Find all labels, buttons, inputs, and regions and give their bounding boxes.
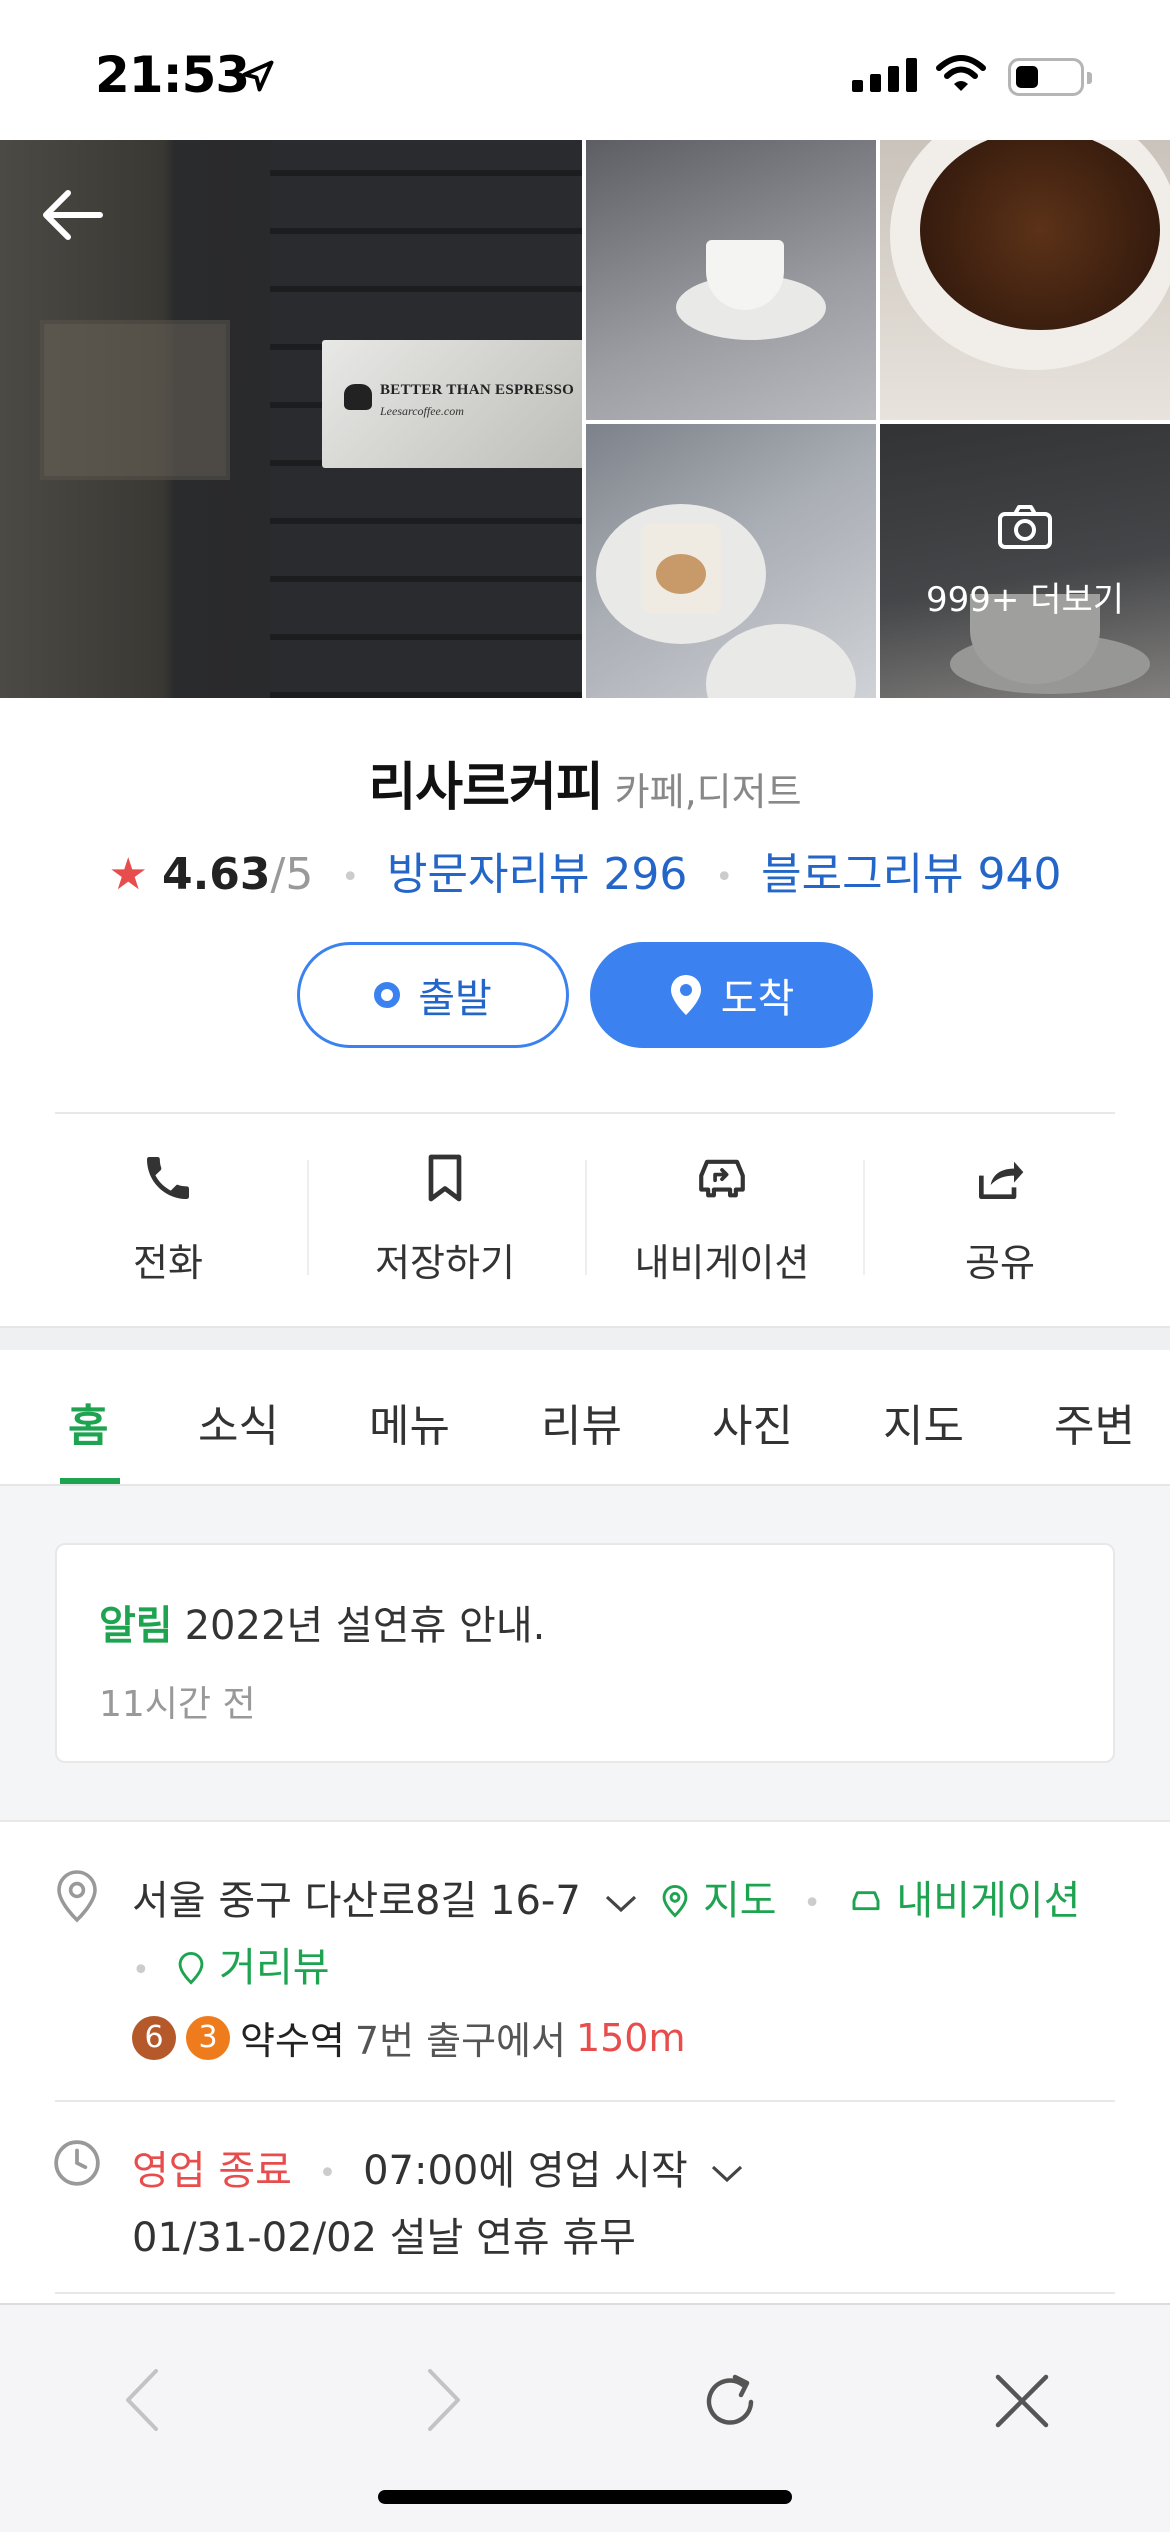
holiday-text: 01/31-02/02 설날 연휴 휴무 [132, 2215, 636, 2261]
rating-row: ★ 4.63/5 • 방문자리뷰 296 • 블로그리뷰 940 [108, 849, 1062, 900]
tab-photos[interactable]: 사진 [712, 1390, 793, 1454]
navigation-link[interactable]: 내비게이션 [848, 1878, 1081, 1924]
visitor-reviews-link[interactable]: 방문자리뷰 296 [387, 849, 687, 900]
address-text[interactable]: 서울 중구 다산로8길 16-7 [132, 1878, 581, 1924]
sign-subtext: Leesarcoffee.com [380, 404, 464, 418]
phone-icon [147, 1157, 189, 1199]
divider [585, 1160, 587, 1275]
rating-value: 4.63 [161, 849, 271, 900]
navigation-car-icon [699, 1159, 745, 1198]
car-icon [852, 1891, 880, 1911]
start-dot-icon [374, 982, 401, 1008]
divider [55, 1112, 1115, 1114]
address-row: 서울 중구 다산로8길 16-7 지도 • 내비게이션 [132, 1878, 1081, 1924]
rating-max: /5 [270, 849, 314, 900]
map-pin-icon [662, 1884, 688, 1918]
back-arrow-icon[interactable] [38, 185, 108, 249]
business-status: 영업 종료 [132, 2148, 292, 2194]
tab-bar: 홈 소식 메뉴 리뷰 사진 지도 주변 [0, 1350, 1170, 1486]
map-link-label: 지도 [702, 1878, 777, 1924]
arrive-button-label: 도착 [720, 976, 795, 1022]
active-tab-indicator [60, 1478, 120, 1484]
subway-line-3-badge: 3 [186, 2015, 230, 2060]
distance: 150m [575, 2015, 686, 2060]
notice-card[interactable]: 알림 2022년 설연휴 안내. 11시간 전 [55, 1543, 1115, 1763]
camera-icon [997, 504, 1053, 554]
photo-more-label: 999+ 더보기 [925, 580, 1125, 620]
photo-coffee-closeup[interactable] [880, 140, 1170, 420]
street-view-link[interactable]: 거리뷰 [176, 1945, 330, 1991]
status-time: 21:53 [95, 46, 250, 104]
sign-text: BETTER THAN ESPRESSO [380, 382, 575, 398]
exit-text: 7번 출구에서 [354, 2019, 566, 2063]
share-icon [979, 1161, 1024, 1199]
chevron-down-icon[interactable] [710, 2148, 744, 2194]
tab-map[interactable]: 지도 [883, 1390, 964, 1454]
station-name: 약수역 [240, 2019, 345, 2063]
street-view-pin-icon [179, 1951, 204, 1985]
photo-espresso-glasses[interactable] [586, 424, 876, 698]
divider [55, 2292, 1115, 2294]
browser-forward-icon[interactable] [418, 2365, 468, 2439]
arrive-button[interactable]: 도착 [590, 942, 873, 1048]
wifi-icon [935, 54, 987, 98]
tab-nearby[interactable]: 주변 [1054, 1390, 1135, 1454]
place-name: 리사르커피 [368, 758, 603, 818]
divider [55, 2100, 1115, 2102]
location-pin-outline-icon [52, 1868, 102, 1928]
tab-home[interactable]: 홈 [68, 1390, 108, 1454]
share-label: 공유 [965, 1241, 1035, 1285]
reload-icon[interactable] [695, 2367, 765, 2441]
notice-title: 2022년 설연휴 안내. [184, 1603, 546, 1649]
save-label: 저장하기 [375, 1241, 515, 1285]
navigation-link-label: 내비게이션 [896, 1878, 1081, 1924]
location-pin-icon [670, 975, 701, 1015]
close-icon[interactable] [990, 2369, 1054, 2437]
browser-back-icon[interactable] [118, 2365, 168, 2439]
call-label: 전화 [133, 1241, 203, 1285]
navigation-action[interactable]: 내비게이션 [612, 1150, 832, 1287]
place-title: 리사르커피 카페,디저트 [0, 745, 1170, 820]
home-indicator [378, 2490, 792, 2504]
subway-row: 6 3 약수역 7번 출구에서 150m [132, 2010, 686, 2065]
map-link[interactable]: 지도 [660, 1878, 777, 1924]
save-action[interactable]: 저장하기 [335, 1150, 555, 1287]
chevron-down-icon[interactable] [604, 1878, 638, 1924]
start-button-label: 출발 [418, 976, 492, 1022]
tab-reviews[interactable]: 리뷰 [541, 1390, 622, 1454]
battery-icon [1008, 58, 1092, 96]
share-action[interactable]: 공유 [890, 1150, 1110, 1287]
notice-tag: 알림 [99, 1603, 173, 1649]
photo-espresso-cup[interactable] [586, 140, 876, 420]
navigation-label: 내비게이션 [634, 1241, 810, 1285]
bookmark-icon [428, 1154, 462, 1202]
street-view-label: 거리뷰 [219, 1945, 330, 1991]
clock-icon [52, 2138, 102, 2192]
notice-time: 11시간 전 [99, 1684, 256, 1725]
divider [0, 1820, 1170, 1822]
cellular-signal-icon [852, 58, 917, 92]
elephant-logo-icon [344, 384, 372, 410]
storefront-sign: BETTER THAN ESPRESSO Leesarcoffee.com [322, 340, 582, 468]
section-gap [0, 1326, 1170, 1350]
location-arrow-icon [240, 58, 276, 98]
place-category: 카페,디저트 [614, 770, 802, 814]
call-action[interactable]: 전화 [58, 1150, 278, 1287]
photo-more[interactable]: 999+ 더보기 [880, 424, 1170, 698]
subway-line-6-badge: 6 [132, 2015, 176, 2060]
star-icon: ★ [108, 849, 148, 900]
notice-title-row: 알림 2022년 설연휴 안내. [99, 1593, 545, 1651]
divider [307, 1160, 309, 1275]
street-view-row: • 거리뷰 [132, 1945, 330, 1991]
hours-row[interactable]: 영업 종료 • 07:00에 영업 시작 [132, 2138, 744, 2196]
blog-reviews-link[interactable]: 블로그리뷰 940 [761, 849, 1061, 900]
divider [863, 1160, 865, 1275]
tab-menu[interactable]: 메뉴 [369, 1390, 450, 1454]
start-button[interactable]: 출발 [297, 942, 569, 1048]
tab-news[interactable]: 소식 [198, 1390, 279, 1454]
open-time: 07:00에 영업 시작 [363, 2148, 688, 2194]
